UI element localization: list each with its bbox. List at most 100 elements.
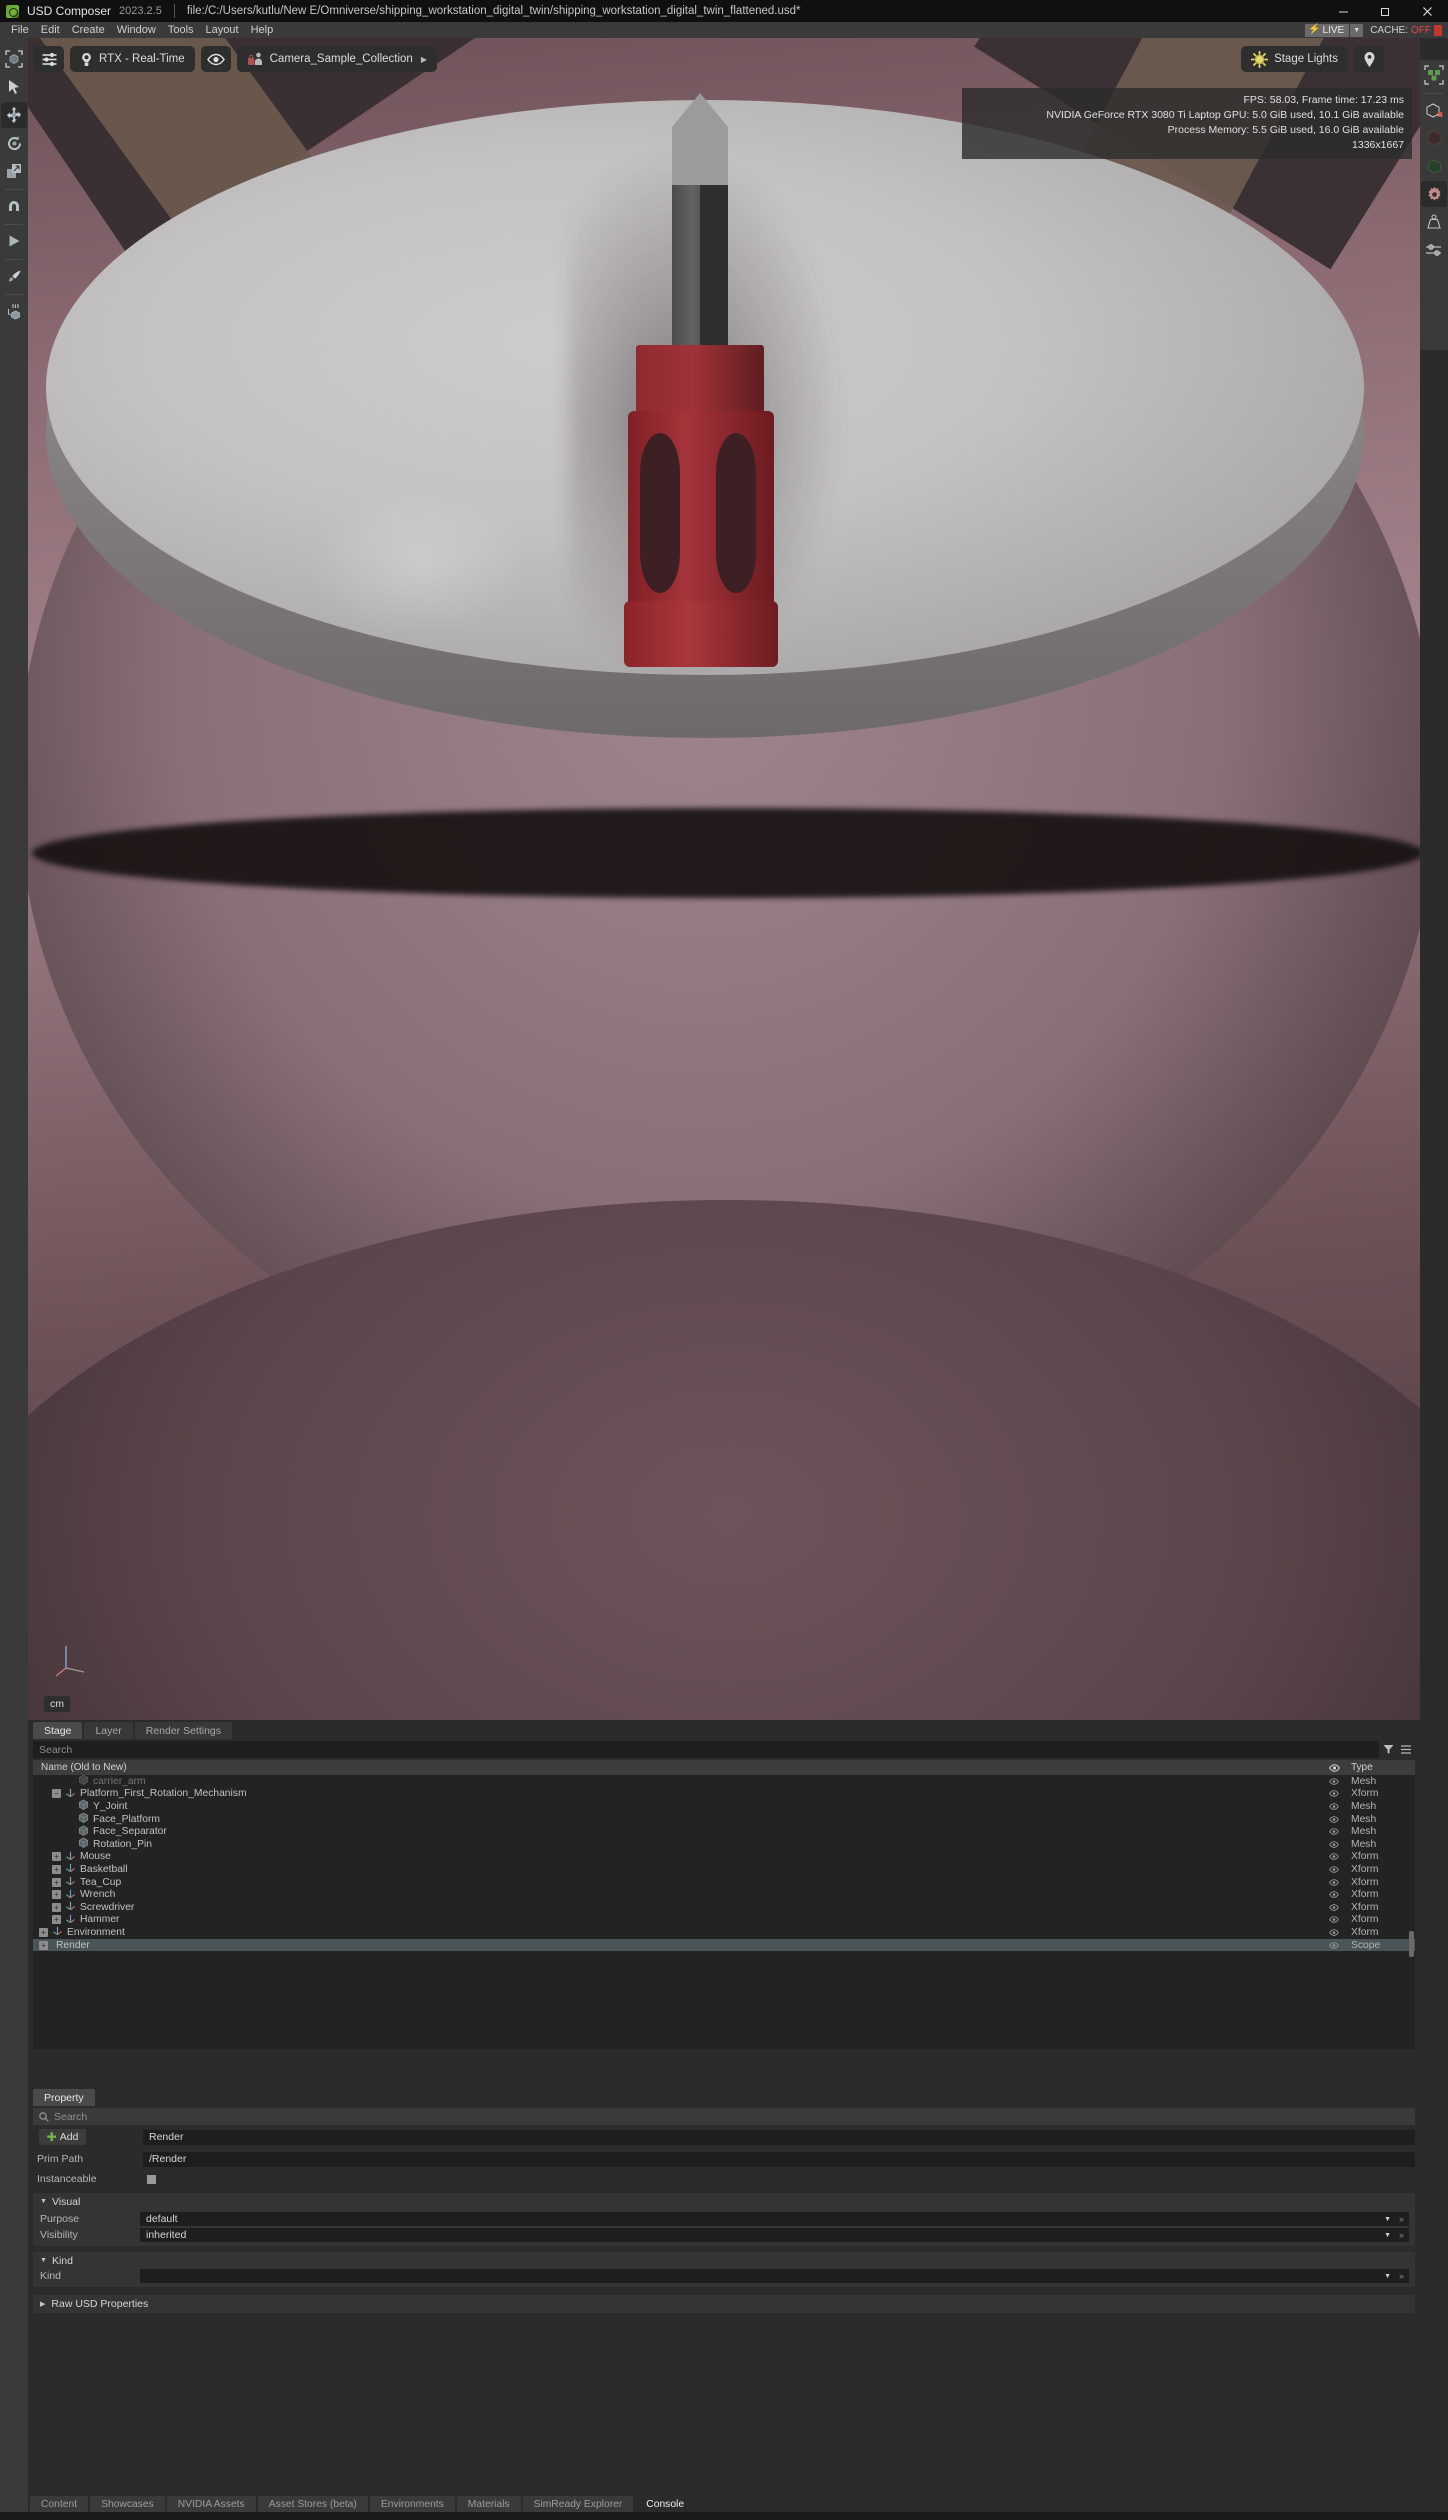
tab-materials[interactable]: Materials: [456, 2496, 521, 2512]
table-row[interactable]: − Platform_First_Rotation_Mechanism Xform: [33, 1788, 1415, 1801]
chevron-down-icon[interactable]: ▼: [1350, 23, 1364, 37]
row-visibility-eye-icon[interactable]: [1323, 1828, 1345, 1835]
table-row[interactable]: Face_Separator Mesh: [33, 1825, 1415, 1838]
viewport-settings-icon[interactable]: [34, 46, 64, 72]
visibility-eye-icon[interactable]: [200, 46, 231, 72]
chevron-right-icon[interactable]: ▶: [421, 55, 427, 64]
table-row[interactable]: + Screwdriver Xform: [33, 1901, 1415, 1914]
row-visibility-eye-icon[interactable]: [1323, 1778, 1345, 1785]
tree-expander-plus-icon[interactable]: +: [52, 1890, 61, 1900]
tree-expander-minus-icon[interactable]: −: [52, 1789, 61, 1799]
unit-chip[interactable]: cm: [44, 1696, 70, 1712]
table-row[interactable]: Y_Joint Mesh: [33, 1800, 1415, 1813]
menu-create[interactable]: Create: [66, 22, 111, 38]
tab-simready-explorer[interactable]: SimReady Explorer: [522, 2496, 634, 2512]
tree-expander-plus-icon[interactable]: +: [52, 1902, 61, 1912]
tab-nvidia-assets[interactable]: NVIDIA Assets: [166, 2496, 256, 2512]
tree-expander-plus-icon[interactable]: +: [52, 1877, 61, 1887]
row-visibility-eye-icon[interactable]: [1323, 1891, 1345, 1898]
physics-drop-icon[interactable]: [1, 298, 27, 324]
raw-usd-properties-section[interactable]: ▶ Raw USD Properties: [33, 2295, 1415, 2313]
table-row[interactable]: Rotation_Pin Mesh: [33, 1837, 1415, 1851]
row-visibility-eye-icon[interactable]: [1323, 1841, 1345, 1848]
prim-name-field[interactable]: Render: [143, 2129, 1415, 2145]
tree-expander-plus-icon[interactable]: +: [52, 1852, 61, 1862]
camera-dropdown[interactable]: Camera_Sample_Collection ▶: [236, 46, 437, 72]
maximize-icon[interactable]: [1364, 0, 1406, 22]
filter-icon[interactable]: [1379, 1741, 1397, 1758]
tab-console[interactable]: Console: [635, 2496, 696, 2512]
viewport[interactable]: RTX - Real-Time Camera_Sample_Collection…: [28, 38, 1420, 1720]
screwdriver-model[interactable]: [568, 93, 858, 703]
tree-expander-plus-icon[interactable]: +: [52, 1915, 61, 1925]
table-row[interactable]: + Mouse Xform: [33, 1851, 1415, 1864]
move-tool-icon[interactable]: [1, 102, 27, 128]
tab-layer[interactable]: Layer: [84, 1722, 133, 1739]
visibility-overflow-icon[interactable]: »: [1399, 2230, 1404, 2240]
property-search-input[interactable]: Search: [33, 2108, 1415, 2125]
table-row[interactable]: + Wrench Xform: [33, 1888, 1415, 1901]
menu-tools[interactable]: Tools: [162, 22, 200, 38]
row-visibility-eye-icon[interactable]: [1323, 1803, 1345, 1810]
kind-overflow-icon[interactable]: »: [1399, 2271, 1404, 2281]
mass-weight-icon[interactable]: [1421, 209, 1447, 235]
tab-render-settings[interactable]: Render Settings: [134, 1722, 233, 1739]
row-visibility-eye-icon[interactable]: [1323, 1916, 1345, 1924]
stage-lights-dropdown[interactable]: Stage Lights: [1241, 46, 1348, 72]
live-toggle-button[interactable]: ⚡ LIVE: [1305, 23, 1350, 37]
menu-window[interactable]: Window: [111, 22, 162, 38]
row-visibility-eye-icon[interactable]: [1323, 1815, 1345, 1823]
row-visibility-eye-icon[interactable]: [1323, 1790, 1345, 1798]
paint-brush-icon[interactable]: [1, 263, 27, 289]
row-visibility-eye-icon[interactable]: [1323, 1853, 1345, 1861]
cache-doc-icon[interactable]: [1434, 24, 1442, 36]
table-row[interactable]: + Environment Xform: [33, 1926, 1415, 1939]
tree-expander-plus-icon[interactable]: +: [39, 1927, 48, 1937]
cursor-select-icon[interactable]: [1, 74, 27, 100]
table-row[interactable]: + Hammer Xform: [33, 1914, 1415, 1927]
menu-edit[interactable]: Edit: [35, 22, 66, 38]
table-row[interactable]: + Render Scope: [33, 1938, 1415, 1952]
row-visibility-eye-icon[interactable]: [1323, 1878, 1345, 1886]
tab-showcases[interactable]: Showcases: [90, 2496, 165, 2512]
tab-asset-stores[interactable]: Asset Stores (beta): [257, 2496, 368, 2512]
map-pin-icon[interactable]: [1354, 46, 1384, 72]
close-icon[interactable]: [1406, 0, 1448, 22]
select-bounds-icon[interactable]: [1, 46, 27, 72]
tab-environments[interactable]: Environments: [369, 2496, 455, 2512]
stage-tree-scrollbar[interactable]: [1409, 1931, 1414, 1957]
tab-stage[interactable]: Stage: [33, 1722, 83, 1739]
row-visibility-eye-icon[interactable]: [1323, 1929, 1345, 1936]
tab-content[interactable]: Content: [30, 2496, 89, 2512]
row-visibility-eye-icon[interactable]: [1323, 1903, 1345, 1911]
physics-settings-gear-icon[interactable]: [1421, 181, 1447, 207]
menu-layout[interactable]: Layout: [200, 22, 245, 38]
stage-search-input[interactable]: Search: [33, 1741, 1379, 1758]
column-header-name[interactable]: Name (Old to New): [33, 1762, 1323, 1773]
kind-dropdown[interactable]: ▼ »: [140, 2269, 1409, 2283]
column-header-type[interactable]: Type: [1345, 1762, 1415, 1773]
minimize-icon[interactable]: [1322, 0, 1364, 22]
render-mode-dropdown[interactable]: RTX - Real-Time: [70, 46, 195, 72]
purpose-dropdown[interactable]: default ▼ »: [140, 2212, 1409, 2226]
table-row[interactable]: Face_Platform Mesh: [33, 1812, 1415, 1826]
tree-expander-plus-icon[interactable]: +: [39, 1940, 48, 1950]
sliders-settings-icon[interactable]: [1421, 237, 1447, 263]
tab-property[interactable]: Property: [33, 2089, 95, 2106]
row-visibility-eye-icon[interactable]: [1323, 1941, 1345, 1949]
scale-tool-icon[interactable]: [1, 158, 27, 184]
snap-magnet-icon[interactable]: [1, 193, 27, 219]
row-visibility-eye-icon[interactable]: [1323, 1866, 1345, 1873]
table-row[interactable]: carrier_arm Mesh: [33, 1775, 1415, 1788]
table-row[interactable]: + Basketball Xform: [33, 1863, 1415, 1876]
tree-expander-plus-icon[interactable]: +: [52, 1864, 61, 1874]
visual-section-header[interactable]: ▼ Visual: [33, 2193, 1415, 2210]
dark-cube-icon[interactable]: [1421, 125, 1447, 151]
purpose-overflow-icon[interactable]: »: [1399, 2214, 1404, 2224]
instanceable-checkbox[interactable]: [147, 2174, 156, 2184]
stage-tree[interactable]: carrier_arm Mesh − Platform_First_Rotation_…: [33, 1775, 1415, 2049]
menu-help[interactable]: Help: [245, 22, 280, 38]
play-animation-icon[interactable]: [1, 228, 27, 254]
green-cube-icon[interactable]: [1421, 153, 1447, 179]
hide-unselected-icon[interactable]: [1421, 97, 1447, 123]
